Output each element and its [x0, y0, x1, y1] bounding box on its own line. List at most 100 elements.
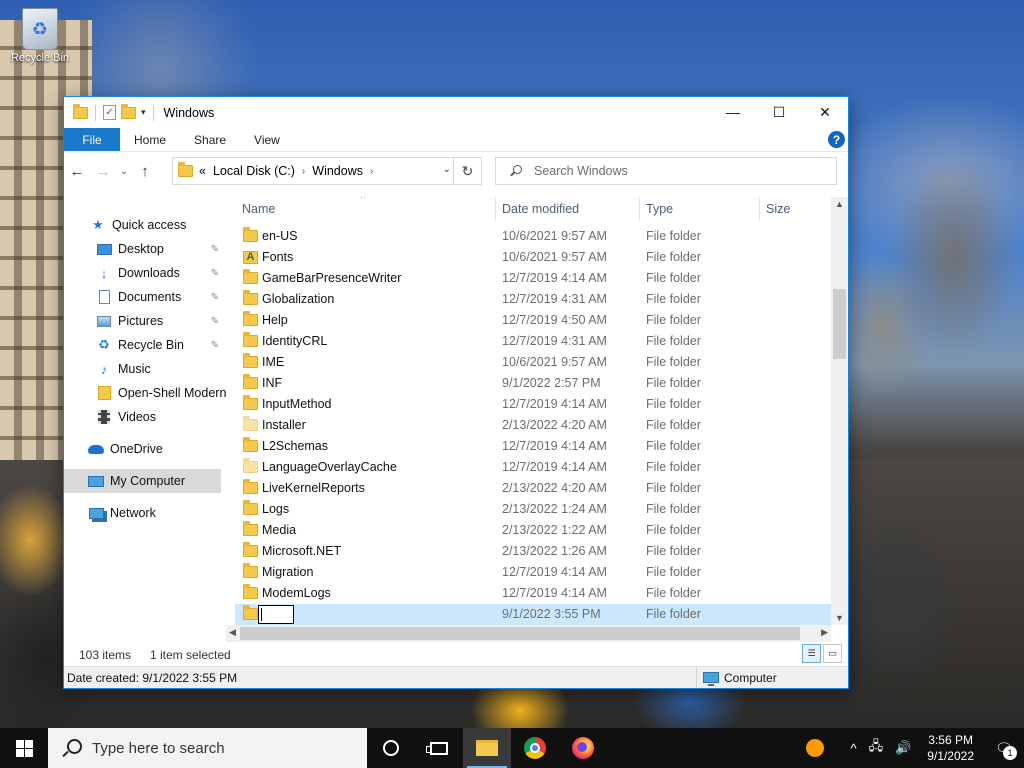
app-status-icon[interactable] — [806, 739, 825, 757]
taskbar-chrome[interactable] — [511, 728, 559, 768]
new-folder-icon[interactable] — [121, 103, 136, 119]
breadcrumb-overflow[interactable]: « — [199, 164, 206, 178]
taskbar-file-explorer[interactable] — [463, 728, 511, 768]
table-row[interactable]: LiveKernelReports 2/13/2022 4:20 AM File f… — [235, 478, 831, 499]
table-row[interactable]: A Fonts 10/6/2021 9:57 AM File folder — [235, 247, 831, 268]
sidebar-item-my-computer[interactable]: My Computer — [64, 469, 221, 493]
network-icon[interactable]: 🖧 — [863, 737, 890, 759]
start-button[interactable] — [0, 728, 48, 768]
help-icon[interactable]: ? — [828, 131, 845, 148]
column-divider[interactable] — [639, 197, 640, 221]
breadcrumb-item-local-disk[interactable]: Local Disk (C:) — [213, 164, 295, 178]
folder-icon — [243, 458, 258, 473]
sidebar-item-music[interactable]: ♪ Music — [64, 357, 221, 381]
address-history-chevron-icon[interactable]: ⌄ — [443, 164, 451, 175]
table-row[interactable]: LanguageOverlayCache 12/7/2019 4:14 AM Fil… — [235, 457, 831, 478]
horizontal-scroll-thumb[interactable] — [240, 627, 800, 640]
pin-icon[interactable]: ✎ — [211, 340, 219, 351]
sidebar-item-downloads[interactable]: ↓ Downloads ✎ — [64, 261, 221, 285]
column-header-name[interactable]: Name — [242, 202, 275, 216]
taskbar-firefox[interactable] — [559, 728, 607, 768]
pin-icon[interactable]: ✎ — [211, 316, 219, 327]
file-type: File folder — [646, 565, 701, 579]
properties-icon[interactable]: ✓ — [103, 105, 116, 120]
table-row[interactable]: InputMethod 12/7/2019 4:14 AM File folder — [235, 394, 831, 415]
action-center-button[interactable]: 🗨 1 — [984, 728, 1024, 768]
file-date-modified: 10/6/2021 9:57 AM — [502, 229, 607, 243]
desktop-recycle-bin[interactable]: ♻ Recycle Bin — [6, 8, 74, 64]
table-row[interactable]: GameBarPresenceWriter 12/7/2019 4:14 AM Fi… — [235, 268, 831, 289]
taskbar-search[interactable]: Type here to search — [48, 728, 367, 768]
column-header-type[interactable]: Type — [646, 202, 673, 216]
scroll-down-icon[interactable]: ▼ — [835, 613, 844, 623]
table-row[interactable]: IdentityCRL 12/7/2019 4:31 AM File folder — [235, 331, 831, 352]
table-row[interactable]: Globalization 12/7/2019 4:31 AM File folde… — [235, 289, 831, 310]
pin-icon[interactable]: ✎ — [211, 244, 219, 255]
task-view-button[interactable] — [415, 728, 463, 768]
details-view-button[interactable]: ☰ — [802, 644, 821, 663]
breadcrumb-chevron-icon[interactable]: › — [302, 166, 305, 177]
search-input[interactable] — [534, 164, 824, 178]
file-type: File folder — [646, 313, 701, 327]
column-divider[interactable] — [495, 197, 496, 221]
cortana-button[interactable] — [367, 728, 415, 768]
file-date-modified: 12/7/2019 4:14 AM — [502, 565, 607, 579]
back-button[interactable]: ← — [64, 163, 90, 180]
sidebar-item-videos[interactable]: Videos — [64, 405, 221, 429]
sidebar-item-open-shell[interactable]: Open-Shell Modern — [64, 381, 234, 405]
pin-icon[interactable]: ✎ — [211, 268, 219, 279]
table-row[interactable]: Media 2/13/2022 1:22 AM File folder — [235, 520, 831, 541]
column-header-date-modified[interactable]: Date modified — [502, 202, 579, 216]
column-header-size[interactable]: Size — [766, 202, 790, 216]
maximize-button[interactable]: ☐ — [756, 97, 802, 127]
search-box[interactable] — [495, 157, 837, 185]
address-bar[interactable]: « Local Disk (C:) › Windows › ⌄ ↻ — [172, 157, 482, 185]
customize-toolbar-chevron-icon[interactable]: ▾ — [141, 107, 146, 118]
pin-icon[interactable]: ✎ — [211, 292, 219, 303]
sidebar-item-pictures[interactable]: Pictures ✎ — [64, 309, 221, 333]
scroll-right-icon[interactable]: ▶ — [821, 627, 828, 638]
table-row[interactable]: 9/1/2022 3:55 PM File folder — [235, 604, 831, 625]
sidebar-item-onedrive[interactable]: OneDrive — [64, 437, 221, 461]
sidebar-item-desktop[interactable]: Desktop ✎ — [64, 237, 221, 261]
table-row[interactable]: ModemLogs 12/7/2019 4:14 AM File folder — [235, 583, 831, 604]
volume-icon[interactable]: 🔊 — [889, 740, 917, 756]
table-row[interactable]: Microsoft.NET 2/13/2022 1:26 AM File folde… — [235, 541, 831, 562]
table-row[interactable]: Logs 2/13/2022 1:24 AM File folder — [235, 499, 831, 520]
sidebar-item-quick-access[interactable]: ★ Quick access — [64, 213, 221, 237]
forward-button[interactable]: → — [90, 163, 116, 180]
table-row[interactable]: L2Schemas 12/7/2019 4:14 AM File folder — [235, 436, 831, 457]
close-button[interactable]: ✕ — [802, 97, 848, 127]
sidebar-item-documents[interactable]: Documents ✎ — [64, 285, 221, 309]
table-row[interactable]: INF 9/1/2022 2:57 PM File folder — [235, 373, 831, 394]
table-row[interactable]: IME 10/6/2021 9:57 AM File folder — [235, 352, 831, 373]
clock[interactable]: 3:56 PM 9/1/2022 — [917, 732, 984, 764]
recent-locations-chevron-icon[interactable]: ⌄ — [116, 166, 132, 177]
large-icons-view-button[interactable]: ▭ — [823, 644, 842, 663]
sidebar-item-network[interactable]: Network — [64, 501, 221, 525]
table-row[interactable]: Installer 2/13/2022 4:20 AM File folder — [235, 415, 831, 436]
refresh-button[interactable]: ↻ — [453, 158, 481, 184]
table-row[interactable]: Help 12/7/2019 4:50 AM File folder — [235, 310, 831, 331]
file-name: ModemLogs — [262, 586, 331, 600]
tab-home[interactable]: Home — [120, 128, 180, 151]
tab-share[interactable]: Share — [180, 128, 240, 151]
scroll-left-icon[interactable]: ◀ — [229, 627, 236, 638]
tab-view[interactable]: View — [240, 128, 294, 151]
minimize-button[interactable]: — — [710, 97, 756, 127]
table-row[interactable]: Migration 12/7/2019 4:14 AM File folder — [235, 562, 831, 583]
breadcrumb-chevron-icon[interactable]: › — [370, 166, 373, 177]
vertical-scroll-thumb[interactable] — [833, 289, 846, 359]
tab-file[interactable]: File — [64, 128, 120, 151]
tray-overflow-chevron-icon[interactable]: ^ — [844, 741, 862, 756]
sidebar-item-recycle-bin[interactable]: ♻ Recycle Bin ✎ — [64, 333, 221, 357]
breadcrumb-item-windows[interactable]: Windows — [312, 164, 363, 178]
table-row[interactable]: en-US 10/6/2021 9:57 AM File folder — [235, 226, 831, 247]
horizontal-scrollbar[interactable]: ◀ ▶ — [226, 625, 831, 642]
column-divider[interactable] — [759, 197, 760, 221]
title-bar[interactable]: ✓ ▾ Windows — ☐ ✕ — [64, 97, 848, 128]
up-button[interactable]: ↑ — [132, 163, 158, 180]
rename-input[interactable] — [258, 605, 294, 624]
vertical-scrollbar[interactable]: ▲ ▼ — [831, 197, 848, 625]
scroll-up-icon[interactable]: ▲ — [835, 199, 844, 209]
